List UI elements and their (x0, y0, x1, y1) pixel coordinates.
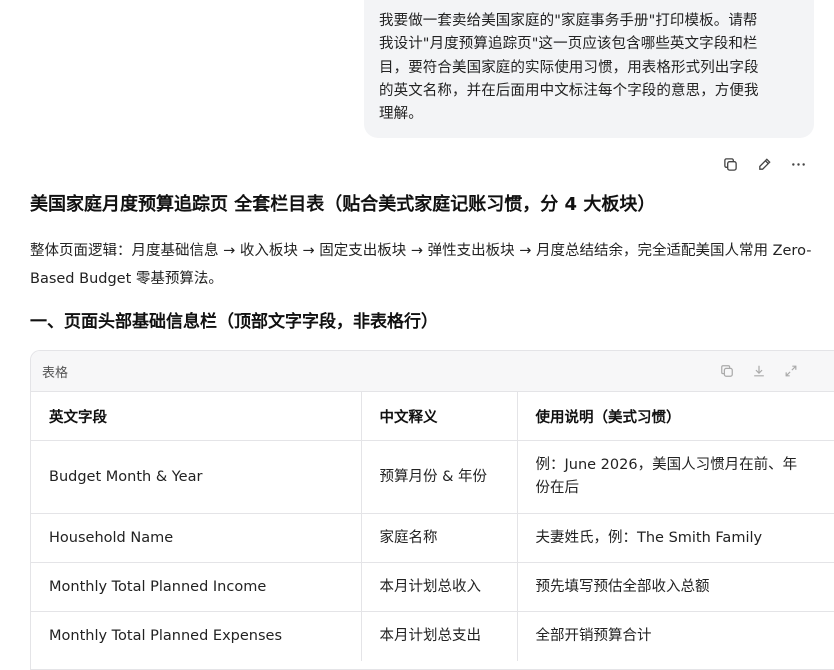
field-usage: 全部开销预算合计 (517, 612, 834, 661)
response-intro: 整体页面逻辑：月度基础信息 → 收入板块 → 固定支出板块 → 弹性支出板块 →… (30, 237, 820, 293)
column-header: 中文释义 (361, 392, 517, 441)
more-icon[interactable] (790, 156, 807, 173)
field-english: Budget Month & Year (31, 441, 361, 514)
field-chinese: 本月计划总支出 (361, 612, 517, 661)
user-message-line: 的英文名称，并在后面用中文标注每个字段的意思，方便我 (379, 80, 798, 103)
field-usage: 例：June 2026，美国人习惯月在前、年 份在后 (517, 441, 834, 514)
field-english: Monthly Total Planned Expenses (31, 612, 361, 661)
table-row: Household Name 家庭名称 夫妻姓氏，例：The Smith Fam… (31, 514, 834, 563)
section-heading: 一、页面头部基础信息栏（顶部文字字段，非表格行） (30, 307, 438, 332)
expand-icon[interactable] (783, 363, 799, 379)
download-icon[interactable] (751, 363, 767, 379)
column-header: 使用说明（美式习惯） (517, 392, 834, 441)
table-row: Monthly Total Planned Expenses 本月计划总支出 全… (31, 612, 834, 661)
field-chinese: 家庭名称 (361, 514, 517, 563)
table-tools (719, 363, 799, 379)
field-chinese: 本月计划总收入 (361, 563, 517, 612)
table-card: 表格 英文字段 中文释义 使 (30, 350, 834, 670)
user-message-line: 目，要符合美国家庭的实际使用习惯，用表格形式列出字段 (379, 57, 798, 80)
message-actions (722, 156, 807, 173)
field-english: Household Name (31, 514, 361, 563)
field-chinese: 预算月份 & 年份 (361, 441, 517, 514)
copy-icon[interactable] (722, 156, 739, 173)
fields-table: 英文字段 中文释义 使用说明（美式习惯） Budget Month & Year… (31, 391, 834, 661)
user-message-line: 理解。 (379, 103, 798, 126)
column-header: 英文字段 (31, 392, 361, 441)
field-usage-line: 例：June 2026，美国人习惯月在前、年 (536, 454, 834, 477)
user-message-line: 我要做一套卖给美国家庭的"家庭事务手册"打印模板。请帮 (379, 10, 798, 33)
table-toolbar: 表格 (31, 351, 834, 391)
user-message-line: 我设计"月度预算追踪页"这一页应该包含哪些英文字段和栏 (379, 33, 798, 56)
table-row: Budget Month & Year 预算月份 & 年份 例：June 202… (31, 441, 834, 514)
field-usage: 预先填写预估全部收入总额 (517, 563, 834, 612)
table-header-row: 英文字段 中文释义 使用说明（美式习惯） (31, 392, 834, 441)
field-usage: 夫妻姓氏，例：The Smith Family (517, 514, 834, 563)
edit-icon[interactable] (756, 156, 773, 173)
table-label: 表格 (42, 362, 68, 381)
user-message-bubble: 我要做一套卖给美国家庭的"家庭事务手册"打印模板。请帮 我设计"月度预算追踪页"… (364, 0, 814, 138)
table-row: Monthly Total Planned Income 本月计划总收入 预先填… (31, 563, 834, 612)
field-usage-line: 份在后 (536, 477, 834, 500)
field-english: Monthly Total Planned Income (31, 563, 361, 612)
copy-icon[interactable] (719, 363, 735, 379)
response-heading: 美国家庭月度预算追踪页 全套栏目表（贴合美式家庭记账习惯，分 4 大板块） (30, 190, 655, 216)
